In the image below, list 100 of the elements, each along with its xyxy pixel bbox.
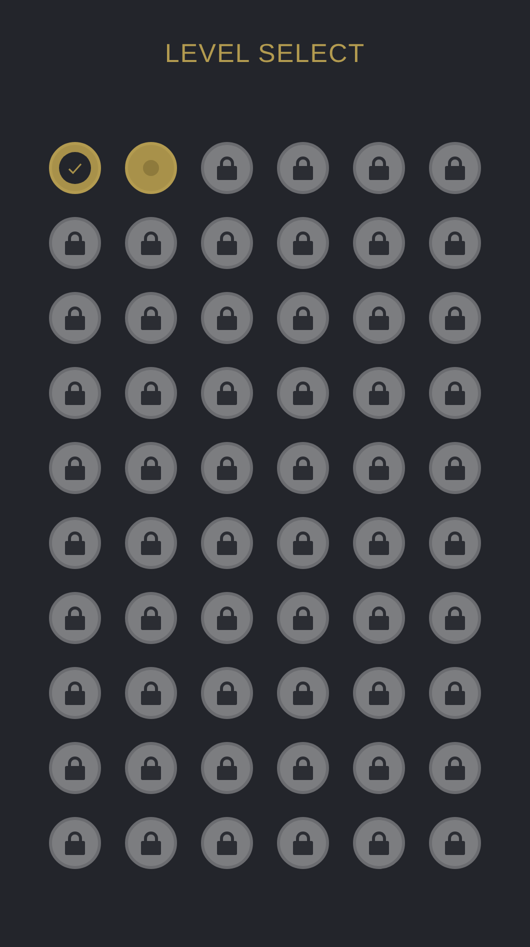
locked-level-button[interactable] — [49, 817, 101, 869]
current-level-button[interactable] — [125, 142, 177, 194]
locked-level-button[interactable] — [277, 217, 329, 269]
lock-icon — [292, 756, 314, 780]
lock-icon — [444, 681, 466, 705]
locked-level-button[interactable] — [353, 142, 405, 194]
locked-level-button[interactable] — [201, 142, 253, 194]
locked-level-button[interactable] — [277, 517, 329, 569]
lock-icon — [292, 681, 314, 705]
lock-icon — [64, 756, 86, 780]
locked-level-button[interactable] — [277, 142, 329, 194]
locked-level-button[interactable] — [429, 442, 481, 494]
lock-icon — [140, 831, 162, 855]
lock-icon — [292, 456, 314, 480]
locked-level-button[interactable] — [201, 217, 253, 269]
lock-icon — [292, 606, 314, 630]
locked-level-button[interactable] — [277, 592, 329, 644]
locked-level-button[interactable] — [49, 367, 101, 419]
lock-icon — [368, 381, 390, 405]
lock-icon — [444, 306, 466, 330]
locked-level-button[interactable] — [429, 667, 481, 719]
lock-icon — [292, 831, 314, 855]
locked-level-button[interactable] — [125, 742, 177, 794]
locked-level-button[interactable] — [125, 367, 177, 419]
locked-level-button[interactable] — [201, 442, 253, 494]
lock-icon — [216, 306, 238, 330]
locked-level-button[interactable] — [277, 742, 329, 794]
locked-level-button[interactable] — [49, 442, 101, 494]
lock-icon — [64, 231, 86, 255]
locked-level-button[interactable] — [353, 367, 405, 419]
lock-icon — [292, 381, 314, 405]
locked-level-button[interactable] — [429, 292, 481, 344]
lock-icon — [64, 306, 86, 330]
locked-level-button[interactable] — [429, 517, 481, 569]
locked-level-button[interactable] — [353, 592, 405, 644]
lock-icon — [368, 531, 390, 555]
lock-icon — [140, 381, 162, 405]
locked-level-button[interactable] — [125, 592, 177, 644]
screen-title: LEVEL SELECT — [164, 37, 366, 70]
locked-level-button[interactable] — [429, 742, 481, 794]
lock-icon — [216, 606, 238, 630]
locked-level-button[interactable] — [353, 217, 405, 269]
lock-icon — [444, 156, 466, 180]
lock-icon — [64, 831, 86, 855]
lock-icon — [444, 456, 466, 480]
locked-level-button[interactable] — [49, 217, 101, 269]
lock-icon — [216, 681, 238, 705]
locked-level-button[interactable] — [353, 292, 405, 344]
lock-icon — [216, 456, 238, 480]
locked-level-button[interactable] — [277, 292, 329, 344]
locked-level-button[interactable] — [277, 367, 329, 419]
lock-icon — [140, 456, 162, 480]
locked-level-button[interactable] — [277, 442, 329, 494]
lock-icon — [444, 231, 466, 255]
locked-level-button[interactable] — [49, 742, 101, 794]
locked-level-button[interactable] — [125, 517, 177, 569]
locked-level-button[interactable] — [353, 742, 405, 794]
locked-level-button[interactable] — [429, 367, 481, 419]
locked-level-button[interactable] — [353, 442, 405, 494]
lock-icon — [216, 231, 238, 255]
lock-icon — [216, 756, 238, 780]
locked-level-button[interactable] — [125, 217, 177, 269]
locked-level-button[interactable] — [125, 667, 177, 719]
locked-level-button[interactable] — [429, 592, 481, 644]
completed-level-button[interactable] — [49, 142, 101, 194]
lock-icon — [64, 456, 86, 480]
lock-icon — [140, 531, 162, 555]
lock-icon — [64, 531, 86, 555]
locked-level-button[interactable] — [277, 817, 329, 869]
locked-level-button[interactable] — [201, 292, 253, 344]
locked-level-button[interactable] — [353, 817, 405, 869]
lock-icon — [64, 381, 86, 405]
locked-level-button[interactable] — [353, 517, 405, 569]
lock-icon — [368, 231, 390, 255]
locked-level-button[interactable] — [429, 817, 481, 869]
locked-level-button[interactable] — [201, 367, 253, 419]
locked-level-button[interactable] — [125, 817, 177, 869]
lock-icon — [368, 306, 390, 330]
locked-level-button[interactable] — [49, 517, 101, 569]
lock-icon — [216, 831, 238, 855]
locked-level-button[interactable] — [429, 217, 481, 269]
locked-level-button[interactable] — [49, 592, 101, 644]
locked-level-button[interactable] — [353, 667, 405, 719]
locked-level-button[interactable] — [201, 517, 253, 569]
lock-icon — [216, 531, 238, 555]
locked-level-button[interactable] — [49, 667, 101, 719]
locked-level-button[interactable] — [201, 667, 253, 719]
locked-level-button[interactable] — [125, 292, 177, 344]
locked-level-button[interactable] — [429, 142, 481, 194]
lock-icon — [444, 606, 466, 630]
lock-icon — [444, 831, 466, 855]
locked-level-button[interactable] — [201, 742, 253, 794]
locked-level-button[interactable] — [49, 292, 101, 344]
lock-icon — [368, 681, 390, 705]
locked-level-button[interactable] — [201, 817, 253, 869]
locked-level-button[interactable] — [277, 667, 329, 719]
locked-level-button[interactable] — [125, 442, 177, 494]
locked-level-button[interactable] — [201, 592, 253, 644]
lock-icon — [140, 306, 162, 330]
lock-icon — [368, 831, 390, 855]
